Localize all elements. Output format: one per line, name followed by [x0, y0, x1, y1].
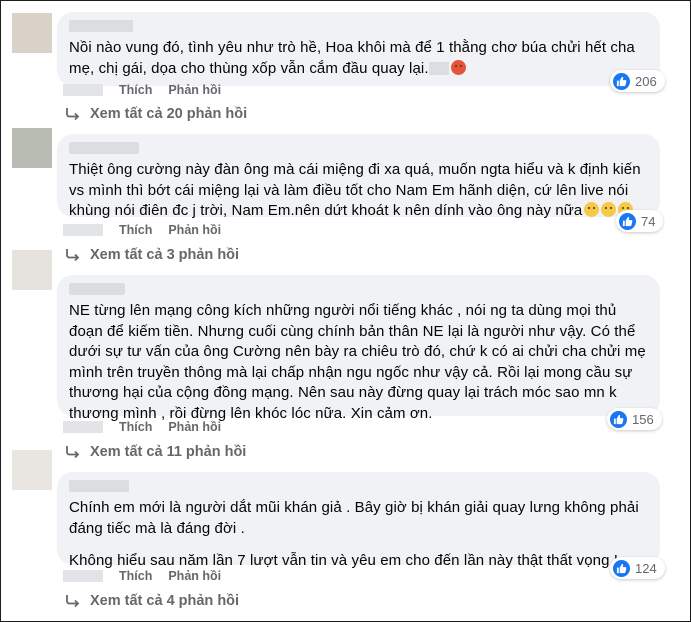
view-replies-link[interactable]: Xem tất cả 4 phản hồi [65, 592, 239, 610]
reply-action[interactable]: Phản hồi [168, 83, 221, 97]
comment-text: Chính em mới là người dắt mũi khán giả .… [69, 498, 648, 572]
comment-actions: Thích Phản hồi [63, 82, 237, 98]
reply-action[interactable]: Phản hồi [168, 569, 221, 583]
redacted-mention [428, 61, 449, 75]
commenter-avatar[interactable] [12, 13, 52, 53]
reaction-count[interactable]: 124 [610, 557, 665, 579]
like-action[interactable]: Thích [119, 83, 152, 97]
comment-actions: Thích Phản hồi [63, 222, 237, 238]
thumbs-up-icon [610, 410, 627, 428]
reaction-count[interactable]: 156 [607, 408, 662, 430]
comment-actions: Thích Phản hồi [63, 568, 237, 584]
comment-paragraph: Thiệt ông cường này đàn ông mà cái miệng… [69, 161, 641, 219]
comment-bubble: Chính em mới là người dắt mũi khán giả .… [57, 472, 660, 569]
angry-face-icon [450, 59, 466, 75]
comment-paragraph: Chính em mới là người dắt mũi khán giả .… [69, 499, 639, 537]
view-replies-label: Xem tất cả 20 phản hồi [90, 106, 248, 122]
comments-panel: Nồi nào vung đó, tình yêu như trò hề, Ho… [0, 0, 691, 622]
reaction-count[interactable]: 206 [610, 70, 665, 92]
commenter-avatar[interactable] [12, 450, 52, 490]
commenter-avatar[interactable] [12, 250, 52, 290]
comment-text: NE từng lên mạng công kích những người n… [69, 301, 648, 424]
reply-arrow-icon [66, 249, 80, 262]
sad-face-icon [584, 202, 600, 217]
comment-paragraph: Nồi nào vung đó, tình yêu như trò hề, Ho… [69, 39, 635, 77]
reaction-count[interactable]: 74 [616, 210, 664, 232]
reply-arrow-icon [66, 595, 80, 608]
commenter-name-redacted[interactable] [69, 283, 125, 295]
timestamp-redacted [63, 421, 103, 433]
comment-bubble: Thiệt ông cường này đàn ông mà cái miệng… [57, 134, 660, 219]
commenter-name-redacted[interactable] [69, 142, 139, 154]
timestamp-redacted [63, 570, 103, 582]
like-action[interactable]: Thích [119, 223, 152, 237]
view-replies-link[interactable]: Xem tất cả 11 phản hồi [65, 443, 246, 461]
sad-face-icon [601, 202, 617, 217]
reaction-count-value: 74 [641, 213, 656, 229]
reaction-count-value: 156 [632, 411, 654, 427]
reply-action[interactable]: Phản hồi [168, 420, 221, 434]
view-replies-label: Xem tất cả 11 phản hồi [90, 444, 247, 460]
commenter-name-redacted[interactable] [69, 20, 133, 32]
comment-bubble: NE từng lên mạng công kích những người n… [57, 275, 660, 422]
comment-bubble: Nồi nào vung đó, tình yêu như trò hề, Ho… [57, 12, 660, 86]
reply-action[interactable]: Phản hồi [168, 223, 221, 237]
view-replies-link[interactable]: Xem tất cả 20 phản hồi [65, 105, 247, 123]
commenter-avatar[interactable] [12, 128, 52, 168]
comment-paragraph: NE từng lên mạng công kích những người n… [69, 302, 646, 422]
reaction-count-value: 124 [635, 560, 657, 576]
reaction-count-value: 206 [635, 73, 657, 89]
comment-actions: Thích Phản hồi [63, 419, 237, 435]
comment-text: Thiệt ông cường này đàn ông mà cái miệng… [69, 160, 648, 222]
view-replies-label: Xem tất cả 3 phản hồi [90, 247, 240, 263]
reply-arrow-icon [66, 446, 80, 459]
view-replies-link[interactable]: Xem tất cả 3 phản hồi [65, 246, 239, 264]
comment-text: Nồi nào vung đó, tình yêu như trò hề, Ho… [69, 38, 648, 79]
timestamp-redacted [63, 224, 103, 236]
thumbs-up-icon [619, 212, 636, 230]
commenter-name-redacted[interactable] [69, 480, 129, 492]
timestamp-redacted [63, 84, 103, 96]
like-action[interactable]: Thích [119, 569, 152, 583]
like-action[interactable]: Thích [119, 420, 152, 434]
reply-arrow-icon [66, 108, 80, 121]
thumbs-up-icon [613, 559, 630, 577]
view-replies-label: Xem tất cả 4 phản hồi [90, 593, 240, 609]
thumbs-up-icon [613, 72, 630, 90]
